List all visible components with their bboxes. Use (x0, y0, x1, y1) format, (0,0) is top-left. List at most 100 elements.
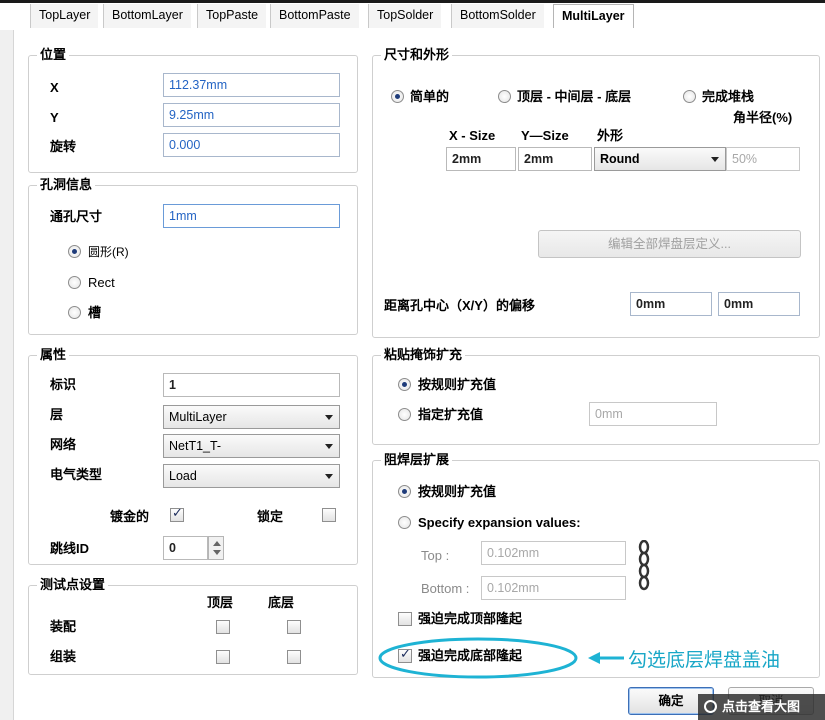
solder-top-input[interactable]: 0.102mm (481, 541, 626, 565)
tab-bottomsolder[interactable]: BottomSolder (451, 4, 544, 28)
hole-size-label: 通孔尺寸 (50, 209, 103, 224)
testpoint-top-header: 顶层 (207, 595, 234, 610)
hole-info-title: 孔洞信息 (37, 177, 96, 193)
tab-toppaste[interactable]: TopPaste (197, 4, 267, 28)
zoom-in-icon (704, 700, 717, 713)
tab-bottompaste[interactable]: BottomPaste (270, 4, 359, 28)
shape-select[interactable]: Round (594, 147, 726, 171)
layer-select-value: MultiLayer (169, 410, 227, 424)
y-input[interactable]: 9.25mm (163, 103, 340, 127)
y-label: Y (50, 110, 59, 125)
assy-bottom-checkbox[interactable] (287, 650, 301, 664)
spin-down-icon (213, 550, 221, 555)
jumper-id-input[interactable]: 0 (163, 536, 208, 560)
paste-mask-title: 粘贴掩饰扩充 (381, 347, 466, 363)
net-select[interactable]: NetT1_T- (163, 434, 340, 458)
shape-tmb-radio[interactable] (498, 90, 511, 103)
net-label: 网络 (50, 437, 77, 452)
shape-header: 外形 (597, 128, 624, 143)
locked-checkbox[interactable] (322, 508, 336, 522)
chevron-down-icon (325, 444, 333, 449)
shape-tmb-label: 顶层 - 中间层 - 底层 (517, 89, 632, 104)
rotation-input[interactable]: 0.000 (163, 133, 340, 157)
offset-y-input[interactable]: 0mm (718, 292, 800, 316)
plated-checkbox[interactable] (170, 506, 184, 522)
force-top-tent-label: 强迫完成顶部隆起 (418, 611, 523, 626)
force-top-tent-checkbox[interactable] (398, 612, 412, 626)
jumper-id-label: 跳线ID (50, 541, 90, 556)
net-select-value: NetT1_T- (169, 439, 222, 453)
rotation-label: 旋转 (50, 139, 77, 154)
properties-title: 属性 (37, 347, 70, 363)
solder-bottom-label: Bottom : (421, 581, 470, 596)
top-border (0, 0, 825, 3)
testpoint-bottom-header: 底层 (268, 595, 295, 610)
left-edge-bar (0, 30, 14, 720)
edit-all-pad-layers-button[interactable]: 编辑全部焊盘层定义... (538, 230, 801, 258)
solder-top-label: Top : (421, 548, 450, 563)
hole-round-radio[interactable] (68, 245, 81, 258)
tab-toplayer[interactable]: TopLayer (30, 4, 99, 28)
shape-select-value: Round (600, 152, 640, 166)
shape-stack-label: 完成堆栈 (702, 89, 755, 104)
layer-tab-strip: TopLayer BottomLayer TopPaste BottomPast… (0, 0, 825, 30)
paste-specify-input[interactable]: 0mm (589, 402, 717, 426)
paste-rule-radio[interactable] (398, 378, 411, 391)
layer-label: 层 (50, 407, 64, 422)
tab-topsolder[interactable]: TopSolder (368, 4, 442, 28)
solder-bottom-input[interactable]: 0.102mm (481, 576, 626, 600)
annotation-text: 勾选底层焊盘盖油 (628, 650, 781, 671)
electrical-type-value: Load (169, 469, 197, 483)
shape-stack-radio[interactable] (683, 90, 696, 103)
chevron-down-icon (711, 157, 719, 162)
testpoint-title: 测试点设置 (37, 577, 109, 593)
paste-specify-radio[interactable] (398, 408, 411, 421)
fab-bottom-checkbox[interactable] (287, 620, 301, 634)
offset-x-input[interactable]: 0mm (630, 292, 712, 316)
tab-multilayer[interactable]: MultiLayer (553, 4, 634, 28)
view-large-image-overlay[interactable]: 点击查看大图 (698, 694, 825, 720)
testpoint-row-assy: 组装 (50, 649, 77, 664)
xsize-header: X - Size (449, 128, 496, 143)
hole-rect-radio[interactable] (68, 276, 81, 289)
jumper-id-spinner[interactable] (208, 536, 224, 560)
solder-specify-radio[interactable] (398, 516, 411, 529)
hole-slot-radio[interactable] (68, 306, 81, 319)
paste-specify-label: 指定扩充值 (418, 407, 484, 422)
shape-simple-radio[interactable] (391, 90, 404, 103)
shape-simple-label: 简单的 (410, 89, 450, 104)
solder-specify-label: Specify expansion values: (418, 515, 581, 530)
ysize-input[interactable]: 2mm (518, 147, 592, 171)
corner-radius-input[interactable]: 50% (726, 147, 800, 171)
solder-rule-radio[interactable] (398, 485, 411, 498)
hole-slot-label: 槽 (88, 305, 102, 320)
tab-bottomlayer[interactable]: BottomLayer (103, 4, 191, 28)
corner-radius-header: 角半径(%) (733, 110, 793, 125)
hole-rect-label: Rect (88, 275, 115, 290)
link-chain-icon[interactable] (634, 540, 654, 596)
highlight-ellipse (378, 637, 624, 679)
hole-size-input[interactable]: 1mm (163, 204, 340, 228)
x-label: X (50, 80, 59, 95)
testpoint-row-fab: 装配 (50, 619, 77, 634)
designator-input[interactable]: 1 (163, 373, 340, 397)
fab-top-checkbox[interactable] (216, 620, 230, 634)
spin-up-icon (213, 541, 221, 546)
assy-top-checkbox[interactable] (216, 650, 230, 664)
electrical-type-select[interactable]: Load (163, 464, 340, 488)
solder-rule-label: 按规则扩充值 (418, 484, 497, 499)
chevron-down-icon (325, 474, 333, 479)
electrical-type-label: 电气类型 (50, 467, 103, 482)
solder-mask-title: 阻焊层扩展 (381, 452, 453, 468)
x-input[interactable]: 112.37mm (163, 73, 340, 97)
layer-select[interactable]: MultiLayer (163, 405, 340, 429)
offset-from-hole-label: 距离孔中心（X/Y）的偏移 (384, 298, 535, 313)
paste-mask-group: 粘贴掩饰扩充 (372, 347, 820, 445)
size-shape-title: 尺寸和外形 (381, 47, 453, 63)
designator-label: 标识 (50, 377, 77, 392)
paste-rule-label: 按规则扩充值 (418, 377, 497, 392)
locked-label: 锁定 (257, 509, 284, 524)
xsize-input[interactable]: 2mm (446, 147, 516, 171)
testpoint-group: 测试点设置 (28, 577, 358, 675)
plated-label: 镀金的 (110, 509, 150, 524)
